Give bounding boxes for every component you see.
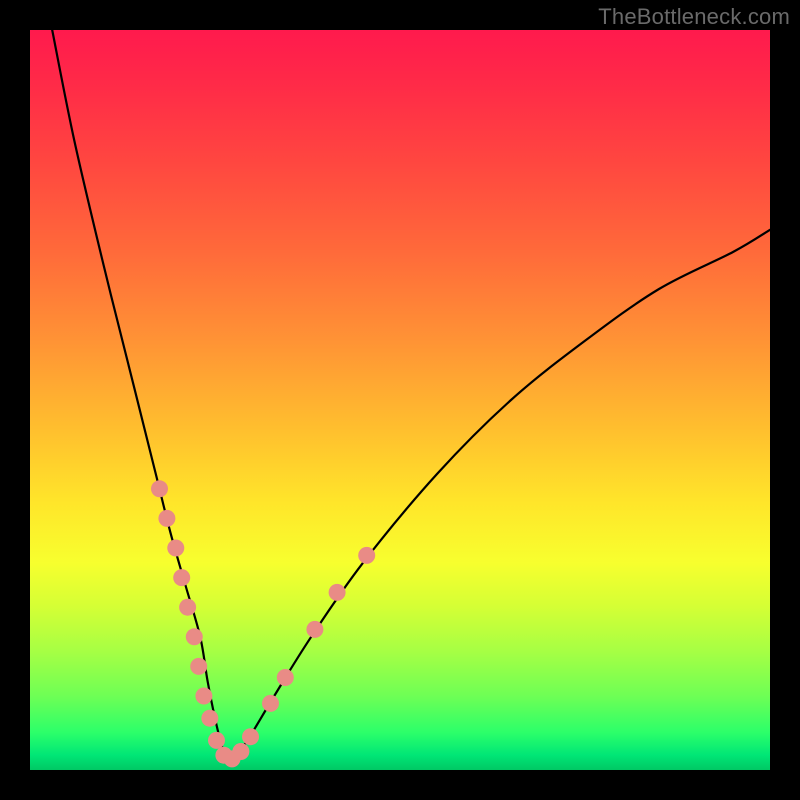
data-dot <box>151 480 168 497</box>
data-dot <box>277 669 294 686</box>
data-dot <box>306 621 323 638</box>
watermark-text: TheBottleneck.com <box>598 4 790 30</box>
plot-area <box>30 30 770 770</box>
data-dot <box>358 547 375 564</box>
bottleneck-curve <box>52 30 770 763</box>
data-dot <box>208 732 225 749</box>
data-dot <box>242 728 259 745</box>
data-dots <box>151 480 375 767</box>
chart-svg <box>30 30 770 770</box>
data-dot <box>158 510 175 527</box>
data-dot <box>173 569 190 586</box>
data-dot <box>179 599 196 616</box>
data-dot <box>329 584 346 601</box>
data-dot <box>190 658 207 675</box>
data-dot <box>232 743 249 760</box>
data-dot <box>262 695 279 712</box>
data-dot <box>195 688 212 705</box>
chart-frame: TheBottleneck.com <box>0 0 800 800</box>
data-dot <box>201 710 218 727</box>
data-dot <box>186 628 203 645</box>
data-dot <box>167 540 184 557</box>
